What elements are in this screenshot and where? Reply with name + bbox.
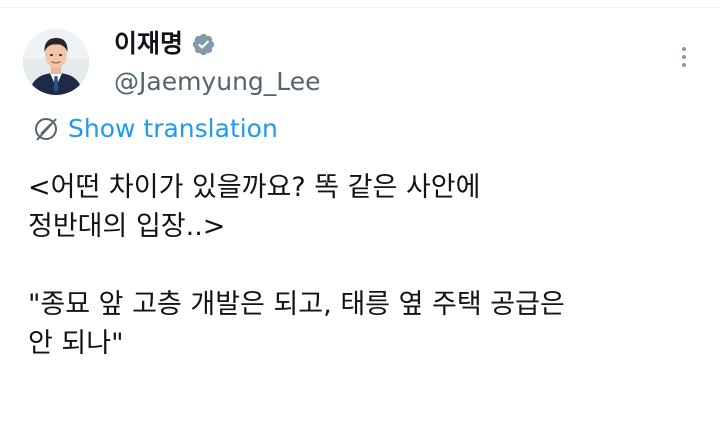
avatar[interactable]	[23, 29, 89, 95]
more-options-dot	[682, 63, 686, 67]
author-name-row: 이재명	[114, 28, 216, 60]
avatar-photo	[23, 29, 89, 95]
tweet-text: <어떤 차이가 있을까요? 똑 같은 사안에 정반대의 입장..> "종묘 앞 …	[28, 172, 565, 359]
more-options-icon	[682, 47, 686, 51]
show-translation-button[interactable]: Show translation	[32, 112, 278, 146]
verified-badge-icon	[191, 32, 216, 57]
author-display-name[interactable]: 이재명	[114, 28, 183, 60]
author-handle[interactable]: @Jaemyung_Lee	[114, 66, 321, 98]
top-divider	[0, 7, 720, 8]
more-options-dot	[682, 55, 686, 59]
show-translation-label: Show translation	[68, 114, 278, 143]
globe-strike-icon	[32, 115, 60, 143]
more-options-button[interactable]	[672, 40, 696, 74]
